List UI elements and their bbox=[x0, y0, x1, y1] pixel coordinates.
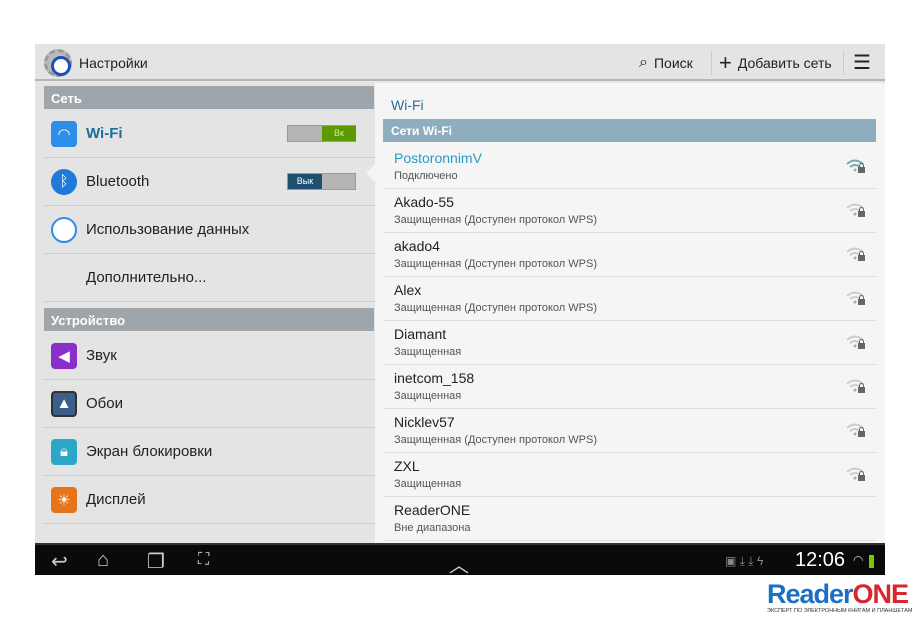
sidebar-item-wifi[interactable]: ◠ Wi-Fi Вк bbox=[44, 110, 375, 158]
wallpaper-icon: ▲ bbox=[51, 390, 77, 417]
app-title: Настройки bbox=[79, 55, 148, 71]
network-item[interactable]: ReaderONE Вне диапазона bbox=[383, 497, 876, 541]
network-status: Защищенная (Доступен протокол WPS) bbox=[394, 302, 597, 314]
sidebar-item-display[interactable]: ☀ Дисплей bbox=[44, 476, 375, 524]
sidebar-item-bluetooth[interactable]: ᛒ Bluetooth Вык bbox=[44, 158, 375, 206]
add-network-button[interactable]: + Добавить сеть bbox=[719, 44, 832, 81]
network-item[interactable]: Nicklev57 Защищенная (Доступен протокол … bbox=[383, 409, 876, 453]
wifi-panel: Wi-Fi Сети Wi-Fi PostoronnimV Подключено… bbox=[375, 83, 885, 543]
bluetooth-toggle[interactable]: Вык bbox=[287, 173, 356, 190]
network-status: Защищенная bbox=[394, 346, 462, 358]
network-name: Nicklev57 bbox=[394, 414, 455, 430]
action-bar: Настройки ⌕ Поиск + Добавить сеть ☰ bbox=[35, 44, 885, 81]
network-status: Защищенная (Доступен протокол WPS) bbox=[394, 434, 597, 446]
network-name: Diamant bbox=[394, 326, 447, 342]
network-item[interactable]: akado4 Защищенная (Доступен протокол WPS… bbox=[383, 233, 876, 277]
divider bbox=[843, 51, 844, 75]
wifi-lock-icon bbox=[846, 379, 865, 393]
wifi-lock-icon bbox=[846, 467, 865, 481]
sidebar-item-more[interactable]: Дополнительно... bbox=[44, 254, 375, 302]
network-status: Защищенная (Доступен протокол WPS) bbox=[394, 214, 597, 226]
clock: 12:06 bbox=[795, 549, 846, 571]
networks-header: Сети Wi-Fi bbox=[383, 119, 876, 142]
wifi-lock-icon bbox=[846, 423, 865, 437]
settings-list: Сеть ◠ Wi-Fi Вк ᛒ Bluetooth Вык Использо… bbox=[35, 83, 376, 543]
network-status: Подключено bbox=[394, 170, 458, 182]
chevron-up-icon[interactable]: ︿ bbox=[449, 549, 469, 575]
network-status: Защищенная bbox=[394, 478, 462, 490]
wifi-lock-icon bbox=[846, 203, 865, 217]
network-name: inetcom_158 bbox=[394, 370, 475, 386]
panel-title: Wi-Fi bbox=[391, 97, 424, 113]
divider bbox=[711, 51, 712, 75]
notification-icons[interactable]: ▣ ⤓ ⤓ ϟ bbox=[725, 554, 763, 569]
network-item[interactable]: Akado-55 Защищенная (Доступен протокол W… bbox=[383, 189, 876, 233]
network-item[interactable]: Diamant Защищенная bbox=[383, 321, 876, 365]
wifi-status-icon: ◠ bbox=[853, 553, 864, 567]
settings-gear-icon[interactable] bbox=[44, 49, 72, 77]
network-status: Защищенная bbox=[394, 390, 462, 402]
bluetooth-icon: ᛒ bbox=[51, 168, 77, 195]
lock-screen-icon: 🔒︎ bbox=[51, 438, 77, 465]
section-header-network: Сеть bbox=[44, 86, 374, 109]
sidebar-item-wallpaper[interactable]: ▲ Обои bbox=[44, 380, 375, 428]
back-icon[interactable]: ↩ bbox=[51, 549, 68, 574]
network-name: ZXL bbox=[394, 458, 420, 474]
wifi-icon: ◠ bbox=[51, 120, 77, 147]
network-status: Защищенная (Доступен протокол WPS) bbox=[394, 258, 597, 270]
network-item[interactable]: ZXL Защищенная bbox=[383, 453, 876, 497]
network-name: akado4 bbox=[394, 238, 440, 254]
network-name: Akado-55 bbox=[394, 194, 454, 210]
sidebar-item-data-usage[interactable]: Использование данных bbox=[44, 206, 375, 254]
readerone-logo: ReaderONE ЭКСПЕРТ ПО ЭЛЕКТРОННЫМ КНИГАМ … bbox=[767, 579, 913, 614]
plus-icon: + bbox=[719, 49, 732, 75]
settings-window: Настройки ⌕ Поиск + Добавить сеть ☰ Сеть… bbox=[35, 44, 885, 575]
network-item[interactable]: inetcom_158 Защищенная bbox=[383, 365, 876, 409]
section-header-device: Устройство bbox=[44, 308, 374, 331]
menu-icon[interactable]: ☰ bbox=[853, 44, 871, 81]
network-name: ReaderONE bbox=[394, 502, 471, 518]
screenshot-icon[interactable]: ⛶ bbox=[198, 551, 209, 569]
network-item[interactable]: PostoronnimV Подключено bbox=[383, 145, 876, 189]
network-name: PostoronnimV bbox=[394, 150, 482, 166]
recent-apps-icon[interactable]: ❐ bbox=[147, 549, 165, 574]
display-icon: ☀ bbox=[51, 486, 77, 513]
search-button[interactable]: ⌕ Поиск bbox=[639, 44, 693, 81]
scan-icon: ⌕ bbox=[639, 53, 648, 71]
sidebar-item-sound[interactable]: ◀ Звук bbox=[44, 332, 375, 380]
battery-icon bbox=[869, 555, 874, 568]
network-status: Вне диапазона bbox=[394, 522, 471, 534]
network-item[interactable]: Alex Защищенная (Доступен протокол WPS) bbox=[383, 277, 876, 321]
sidebar-item-lock-screen[interactable]: 🔒︎ Экран блокировки bbox=[44, 428, 375, 476]
system-nav-bar: ↩ ⌂ ❐ ⛶ ︿ ▣ ⤓ ⤓ ϟ 12:06 ◠ bbox=[35, 543, 885, 575]
wifi-lock-icon bbox=[846, 159, 865, 173]
home-icon[interactable]: ⌂ bbox=[97, 549, 109, 572]
wifi-lock-icon bbox=[846, 247, 865, 261]
wifi-toggle[interactable]: Вк bbox=[287, 125, 356, 142]
wifi-lock-icon bbox=[846, 291, 865, 305]
wifi-lock-icon bbox=[846, 335, 865, 349]
data-usage-icon bbox=[51, 216, 77, 243]
sound-icon: ◀ bbox=[51, 342, 77, 369]
network-name: Alex bbox=[394, 282, 422, 298]
